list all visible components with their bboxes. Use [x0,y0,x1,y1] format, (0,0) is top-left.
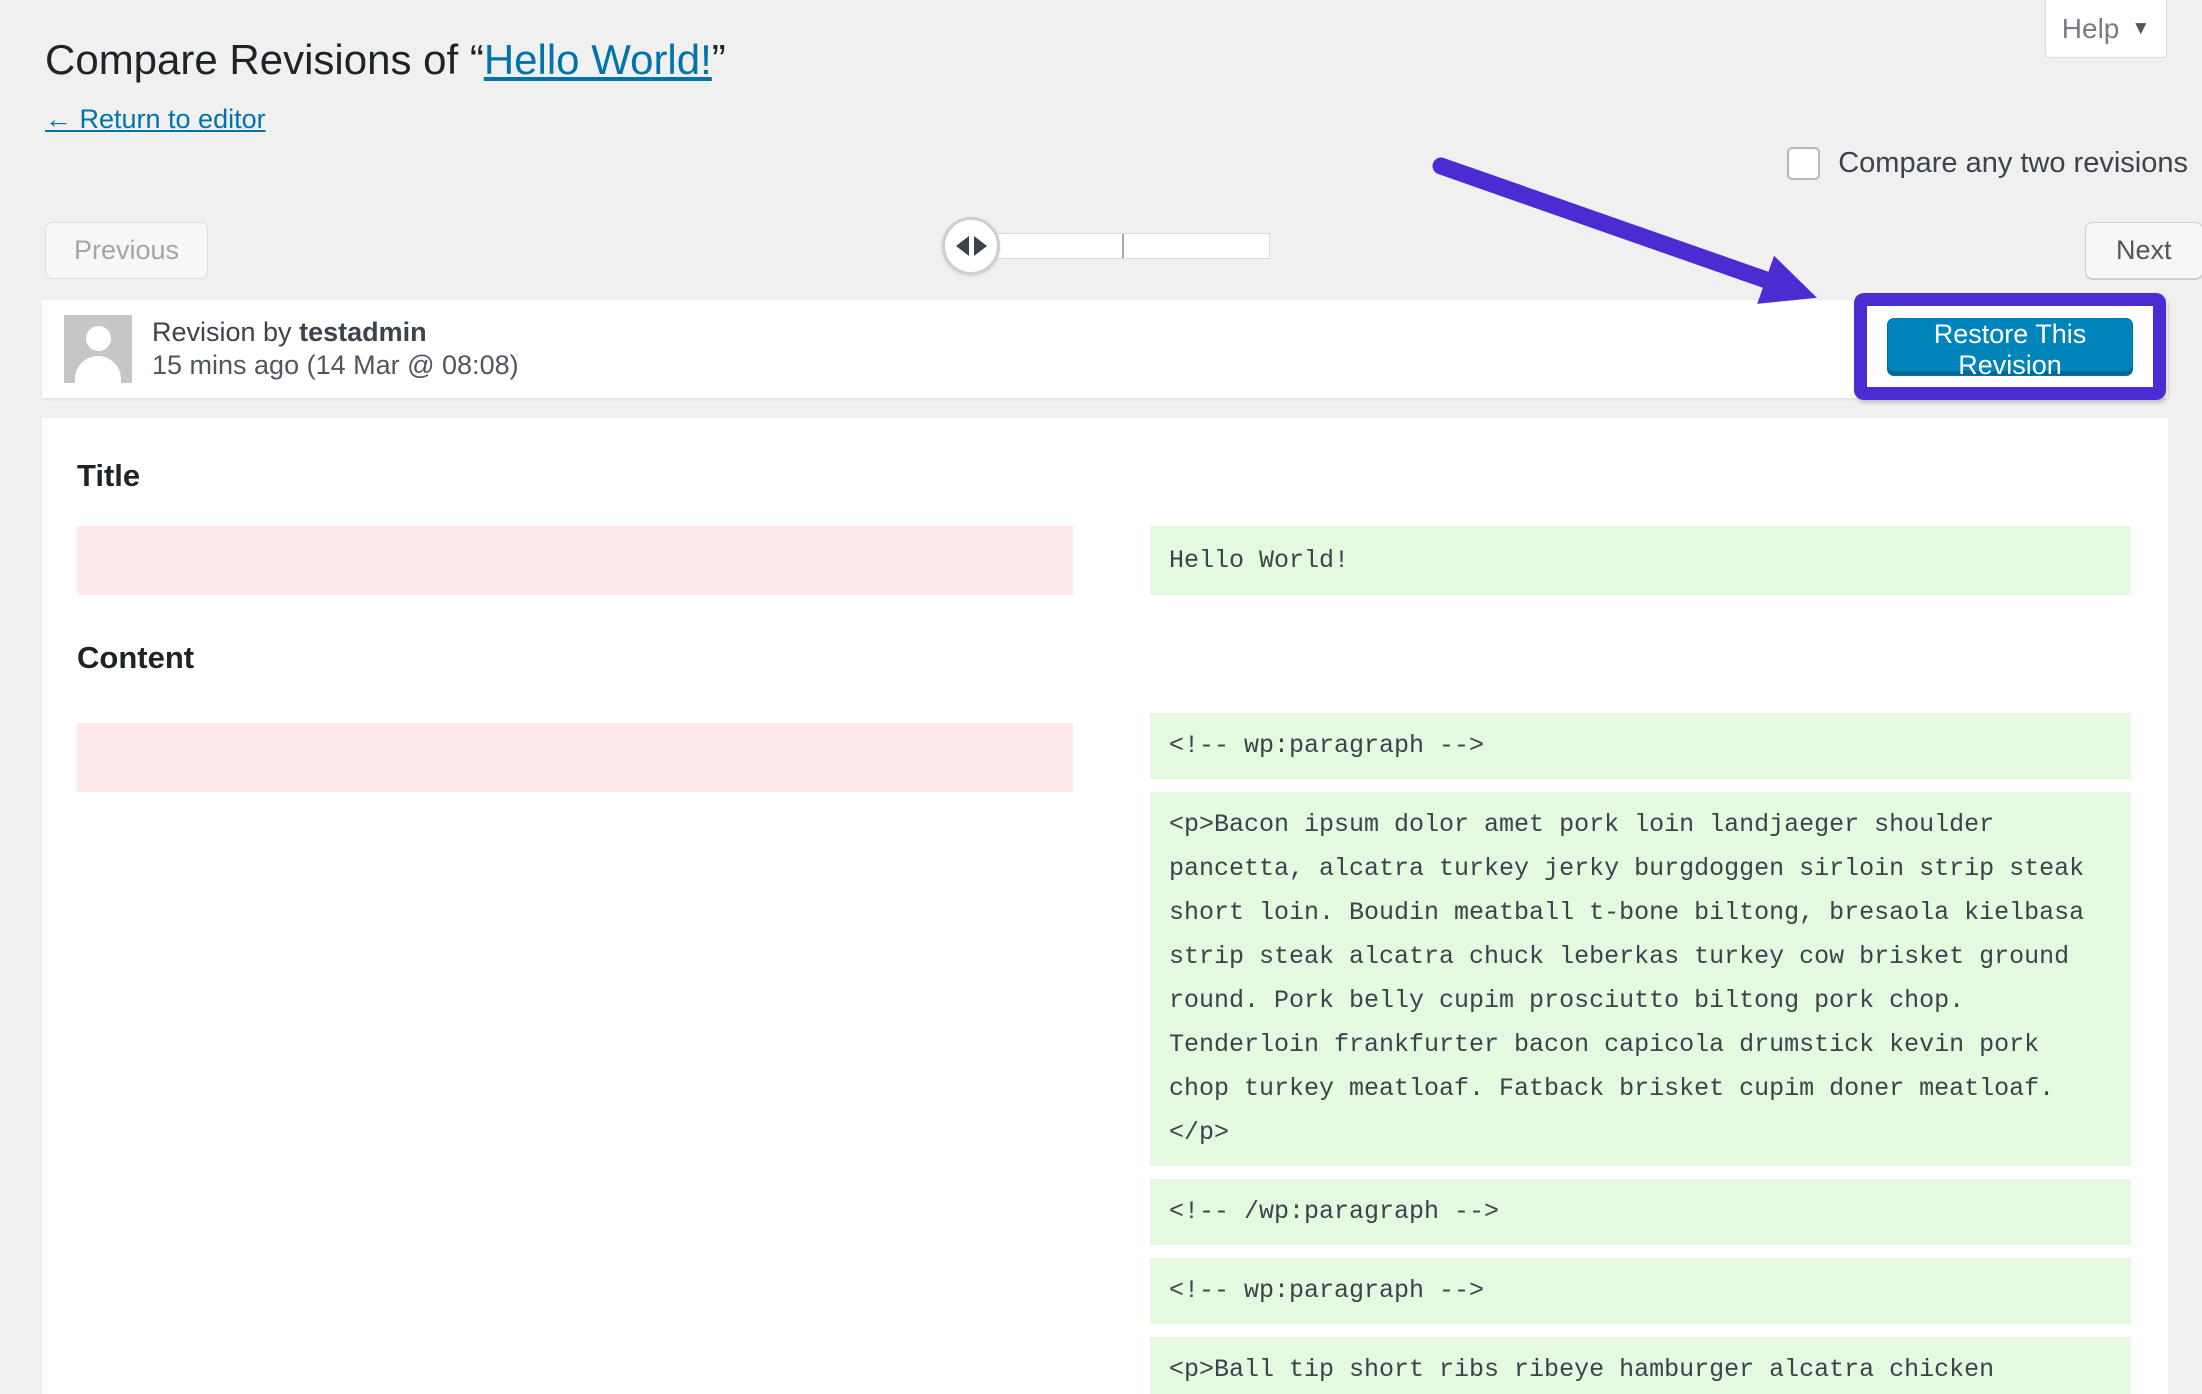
revision-slider-handle[interactable] [942,217,1000,275]
diff-title-added-cell: Hello World! [1150,526,2131,595]
diff-title-heading: Title [77,458,141,493]
chevron-down-icon: ▼ [2131,17,2151,39]
revision-byline: Revision by [152,317,300,347]
revision-author: testadmin [299,317,427,347]
page-title-suffix: ” [711,36,726,83]
help-label: Help [2061,12,2120,44]
compare-checkbox[interactable] [1787,147,1821,180]
diff-added-block: <!-- wp:paragraph --> [1150,1258,2131,1324]
slider-left-arrow-icon [955,236,969,256]
diff-card: Title Hello World! Content <!-- wp:parag… [42,418,2168,1394]
return-to-editor-link[interactable]: ← Return to editor [45,104,266,135]
revisions-page: Help ▼ Compare Revisions of “Hello World… [0,0,2202,1394]
diff-added-block: <!-- /wp:paragraph --> [1150,1179,2131,1245]
compare-two-revisions-control[interactable]: Compare any two revisions [1787,147,2188,180]
diff-content-added-column: <!-- wp:paragraph --> <p>Bacon ipsum dolo… [1150,713,2131,1394]
revision-meta-bar: Revision by testadmin 15 mins ago (14 Ma… [42,300,2168,398]
avatar-torso [75,356,121,383]
slider-right-arrow-icon [973,236,987,256]
revision-slider-track[interactable] [958,233,1270,259]
next-button[interactable]: Next [2085,222,2202,279]
compare-checkbox-label: Compare any two revisions [1838,147,2188,179]
diff-content-heading: Content [77,640,195,675]
help-tab[interactable]: Help ▼ [2045,0,2167,58]
post-title-link[interactable]: Hello World! [484,36,712,83]
avatar [64,315,132,383]
revision-time-ago: 15 mins ago [152,350,307,380]
restore-this-revision-button[interactable]: Restore This Revision [1887,317,2133,380]
previous-button[interactable]: Previous [45,222,209,279]
revision-slider-tick [1122,234,1124,258]
page-title-prefix: Compare Revisions of “ [45,36,484,83]
diff-title-removed-cell [77,526,1073,595]
annotation-highlight-box: Restore This Revision [1854,293,2166,400]
diff-added-block: <p>Ball tip short ribs ribeye hamburger … [1150,1337,2131,1394]
page-title: Compare Revisions of “Hello World!” [45,36,726,84]
avatar-head [86,326,111,351]
revision-timestamp: (14 Mar @ 08:08) [306,350,519,380]
diff-content-removed-cell [77,723,1073,792]
diff-added-block: <!-- wp:paragraph --> [1150,713,2131,779]
revision-meta-text: Revision by testadmin 15 mins ago (14 Ma… [152,316,519,382]
diff-added-block: <p>Bacon ipsum dolor amet pork loin land… [1150,792,2131,1166]
